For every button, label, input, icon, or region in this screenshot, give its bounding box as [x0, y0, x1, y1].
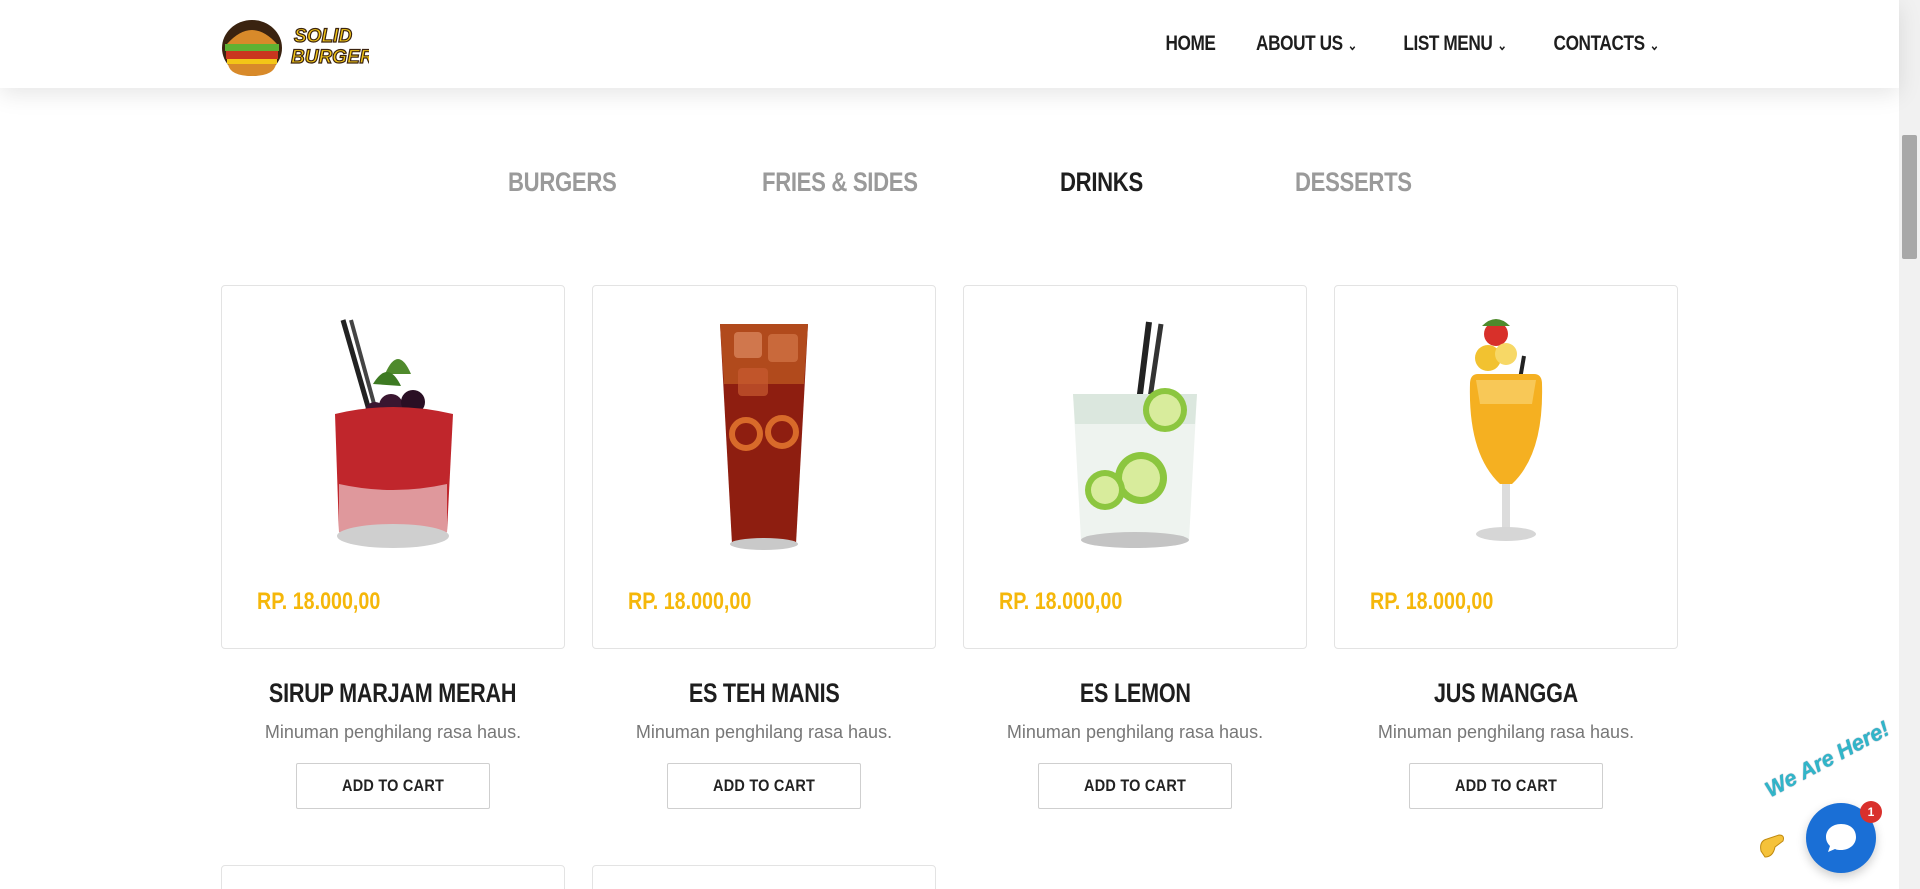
add-to-cart-button[interactable]: ADD TO CART — [1409, 763, 1603, 809]
chat-bubble-icon — [1826, 824, 1856, 852]
product-card[interactable]: RP. 18.000,00 — [221, 285, 565, 649]
product-price: RP. 18.000,00 — [257, 588, 381, 615]
product-price: RP. 18.000,00 — [1370, 588, 1494, 615]
add-to-cart-button[interactable]: ADD TO CART — [1038, 763, 1232, 809]
red-berry-cocktail-image — [335, 319, 453, 548]
chevron-down-icon: ⌄ — [1347, 36, 1357, 53]
nav-label: HOME — [1165, 32, 1216, 55]
svg-text:SOLID: SOLID — [294, 26, 352, 47]
waving-hand-icon — [1760, 834, 1784, 858]
solid-burger-logo[interactable]: SOLID BURGER — [219, 8, 369, 80]
tab-fries-sides[interactable]: FRIES & SIDES — [762, 167, 918, 198]
nav-item-list-menu[interactable]: LIST MENU ⌄ — [1393, 0, 1516, 88]
product-title: ES LEMON — [1079, 678, 1191, 708]
product-card[interactable]: RP. 18.000,00 — [963, 285, 1307, 649]
add-to-cart-button[interactable]: ADD TO CART — [667, 763, 861, 809]
product-title: ES TEH MANIS — [688, 678, 840, 708]
product-description: Minuman penghilang rasa haus. — [264, 722, 522, 742]
product-card[interactable] — [592, 865, 936, 889]
nav-label: ABOUT US — [1255, 32, 1343, 55]
nav-item-about-us[interactable]: ABOUT US ⌄ — [1246, 0, 1366, 88]
chat-tagline: We Are Here! — [1760, 715, 1894, 803]
product-price: RP. 18.000,00 — [999, 588, 1123, 615]
tab-burgers[interactable]: BURGERS — [508, 167, 617, 198]
mango-juice-glass-image — [1469, 319, 1543, 541]
main-nav: HOME ABOUT US ⌄ LIST MENU ⌄ CONTACTS ⌄ — [1148, 0, 1682, 88]
product-description: Minuman penghilang rasa haus. — [1377, 722, 1635, 742]
product-card[interactable] — [221, 865, 565, 889]
menu-category-tabs: BURGERS FRIES & SIDES DRINKS DESSERTS — [0, 167, 1899, 207]
product-card[interactable]: RP. 18.000,00 — [592, 285, 936, 649]
iced-tea-glass-image — [720, 324, 808, 550]
product-price: RP. 18.000,00 — [628, 588, 752, 615]
scrollbar-thumb[interactable] — [1902, 135, 1917, 259]
add-to-cart-button[interactable]: ADD TO CART — [296, 763, 490, 809]
chat-widget[interactable]: We Are Here! 1 — [1755, 716, 1905, 873]
product-card[interactable]: RP. 18.000,00 — [1334, 285, 1678, 649]
tab-desserts[interactable]: DESSERTS — [1295, 167, 1412, 198]
nav-item-home[interactable]: HOME — [1155, 0, 1225, 88]
svg-text:BURGER: BURGER — [291, 47, 369, 68]
nav-label: LIST MENU — [1403, 32, 1493, 55]
chat-notification-badge: 1 — [1860, 801, 1882, 823]
page-scrollbar[interactable] — [1899, 0, 1920, 889]
chevron-down-icon: ⌄ — [1497, 36, 1507, 53]
product-title: SIRUP MARJAM MERAH — [269, 678, 517, 708]
chevron-down-icon: ⌄ — [1649, 36, 1659, 53]
nav-label: CONTACTS — [1553, 32, 1645, 55]
product-title: JUS MANGGA — [1433, 678, 1578, 708]
site-header: SOLID BURGER HOME ABOUT US ⌄ LIST MENU ⌄… — [0, 0, 1899, 88]
product-description: Minuman penghilang rasa haus. — [635, 722, 893, 742]
product-description: Minuman penghilang rasa haus. — [1006, 722, 1264, 742]
lime-soda-glass-image — [1073, 321, 1197, 548]
nav-item-contacts[interactable]: CONTACTS ⌄ — [1543, 0, 1668, 88]
tab-drinks[interactable]: DRINKS — [1060, 167, 1143, 198]
